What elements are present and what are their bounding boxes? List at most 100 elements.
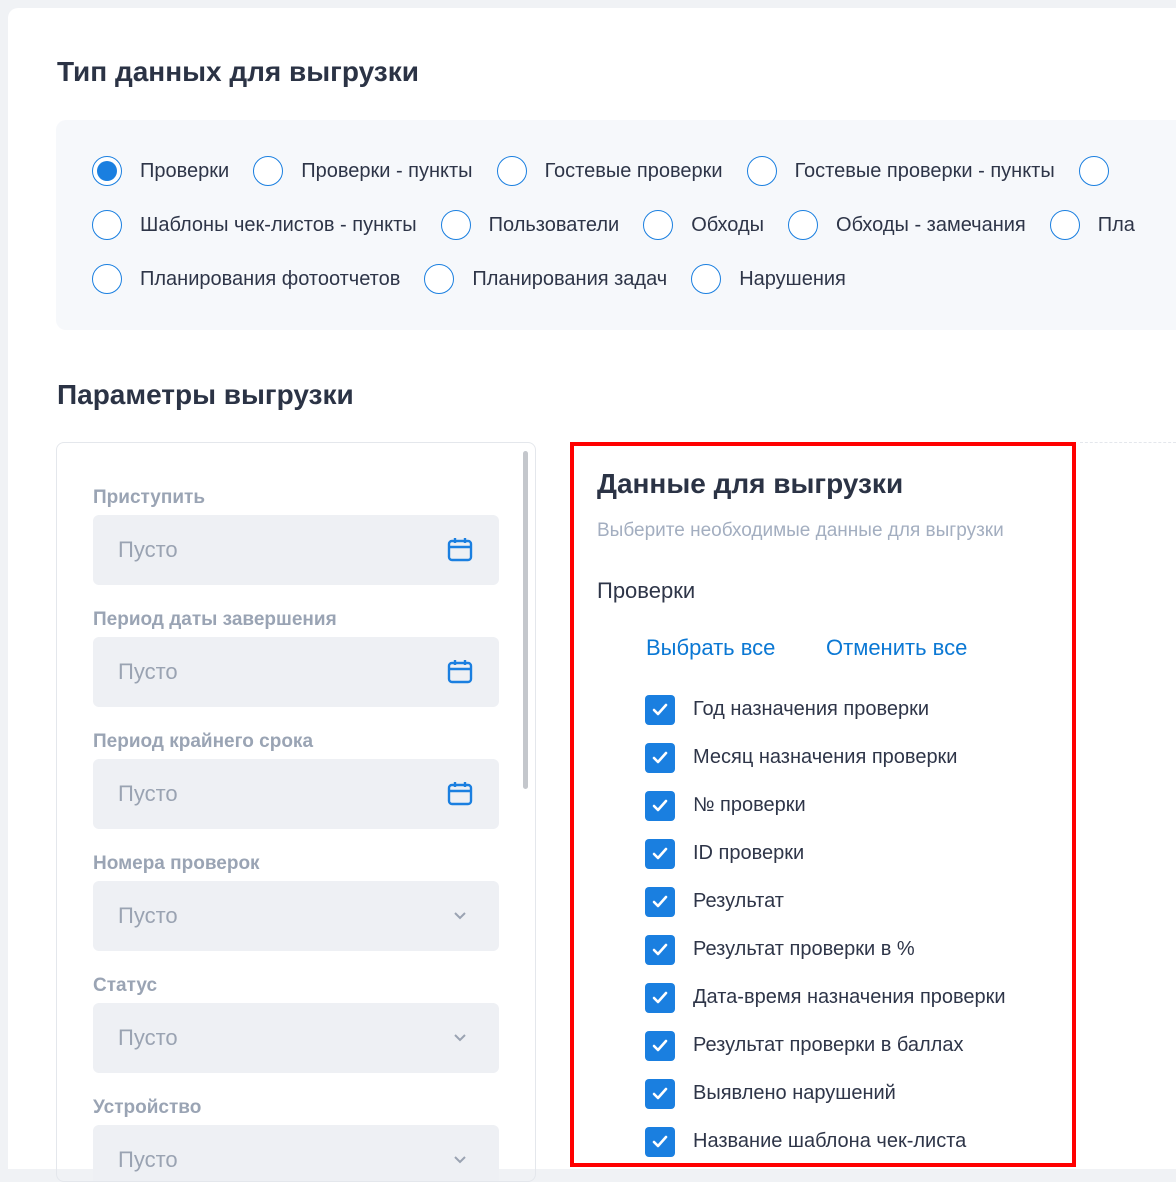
calendar-icon[interactable]: [447, 659, 473, 685]
select-all-link[interactable]: Выбрать все: [646, 635, 775, 661]
radio-label: Проверки: [140, 159, 230, 182]
params-title: Параметры выгрузки: [57, 379, 354, 410]
radio-option[interactable]: [1078, 156, 1127, 186]
radio-button[interactable]: [643, 210, 674, 240]
checkmark-icon: [652, 943, 668, 956]
radio-label: Проверки - пункты: [301, 159, 473, 182]
checkbox-label: ID проверки: [693, 842, 805, 864]
radio-button[interactable]: [92, 264, 122, 294]
radio-row: Планирования фотоотчетов Планирования зад…: [92, 263, 870, 295]
checkmark-icon: [652, 895, 668, 908]
checkbox[interactable]: [645, 1127, 675, 1157]
radio-button[interactable]: [496, 156, 527, 186]
checkbox[interactable]: [645, 743, 675, 773]
radio-label: Обходы: [691, 213, 765, 236]
radio-button[interactable]: [1049, 210, 1080, 240]
checkbox-label: Название шаблона чек-листа: [693, 1130, 967, 1152]
checkbox-label: Дата-время назначения проверки: [693, 986, 1006, 1008]
select-input[interactable]: Пусто: [93, 1003, 499, 1073]
filter-label: Номера проверок: [93, 853, 260, 874]
date-range-input[interactable]: Пусто: [93, 637, 499, 707]
data-type-title: Тип данных для выгрузки: [57, 56, 419, 87]
checkmark-icon: [652, 703, 668, 716]
radio-button[interactable]: [691, 264, 722, 294]
select-input[interactable]: Пусто: [93, 1125, 499, 1181]
filter-label: Период даты завершения: [93, 609, 337, 630]
radio-button[interactable]: [440, 210, 471, 240]
radio-option[interactable]: Гостевые проверки - пункты: [746, 156, 1055, 186]
group-title: Проверки: [597, 578, 696, 603]
radio-button[interactable]: [1078, 156, 1109, 186]
checkmark-icon: [652, 1135, 668, 1148]
radio-label: Планирования задач: [472, 267, 668, 290]
radio-option[interactable]: Гостевые проверки: [496, 156, 723, 186]
radio-button[interactable]: [92, 210, 122, 240]
radio-button[interactable]: [788, 210, 819, 240]
checkbox[interactable]: [645, 887, 675, 917]
radio-row: Шаблоны чек-листов - пункты Пользователи О…: [92, 209, 1159, 241]
radio-option[interactable]: Обходы - замечания: [788, 210, 1026, 240]
checkmark-icon: [652, 1039, 668, 1052]
checkbox[interactable]: [645, 983, 675, 1013]
chevron-down-icon[interactable]: [447, 1025, 473, 1051]
radio-row: Проверки Проверки - пункты Гостевые провер…: [92, 155, 1151, 187]
checkbox[interactable]: [645, 1031, 675, 1061]
radio-option[interactable]: Обходы: [643, 210, 764, 240]
filter-label: Устройство: [93, 1097, 202, 1118]
data-type-radio-group: Проверки Проверки - пункты Гостевые провер…: [56, 120, 1176, 330]
radio-label: Шаблоны чек-листов - пункты: [140, 213, 417, 236]
calendar-icon[interactable]: [447, 537, 473, 563]
radio-label: Пла: [1097, 213, 1135, 236]
checkmark-icon: [652, 991, 668, 1004]
select-input[interactable]: Пусто: [93, 881, 499, 951]
radio-option[interactable]: Проверки: [92, 156, 229, 186]
checkmark-icon: [652, 1087, 668, 1100]
radio-option[interactable]: Проверки - пункты: [253, 156, 473, 186]
checkbox-label: Месяц назначения проверки: [693, 746, 958, 768]
radio-option[interactable]: Пользователи: [440, 210, 620, 240]
checkbox[interactable]: [645, 839, 675, 869]
radio-option[interactable]: Шаблоны чек-листов - пункты: [92, 210, 417, 240]
checkbox[interactable]: [645, 1079, 675, 1109]
date-range-input[interactable]: Пусто: [93, 515, 499, 585]
radio-label: Обходы - замечания: [836, 213, 1026, 236]
radio-option[interactable]: Пла: [1049, 210, 1135, 240]
radio-button[interactable]: [424, 264, 455, 294]
checkmark-icon: [652, 799, 668, 812]
filter-label: Приступить: [93, 487, 205, 508]
deselect-all-link[interactable]: Отменить все: [826, 635, 967, 661]
filter-label: Период крайнего срока: [93, 731, 314, 752]
filter-label: Статус: [93, 975, 158, 996]
radio-label: Пользователи: [488, 213, 620, 236]
radio-label: Гостевые проверки: [544, 159, 723, 182]
input-placeholder: Пусто: [118, 537, 178, 562]
checkmark-icon: [652, 847, 668, 860]
chevron-down-icon[interactable]: [447, 1147, 473, 1173]
checkbox-label: Результат: [693, 890, 784, 912]
scrollbar[interactable]: [523, 451, 528, 789]
export-data-title: Данные для выгрузки: [597, 468, 904, 499]
input-placeholder: Пусто: [118, 781, 178, 806]
checkmark-icon: [652, 751, 668, 764]
checkbox[interactable]: [645, 935, 675, 965]
radio-option[interactable]: Планирования задач: [424, 264, 667, 294]
export-data-panel: Данные для выгрузки Выберите необходимые…: [570, 442, 1076, 1167]
radio-option[interactable]: Нарушения: [691, 264, 846, 294]
radio-label: Планирования фотоотчетов: [140, 267, 401, 290]
radio-button[interactable]: [92, 156, 122, 186]
radio-option[interactable]: Планирования фотоотчетов: [92, 264, 400, 294]
radio-label: Гостевые проверки - пункты: [794, 159, 1055, 182]
input-placeholder: Пусто: [118, 1025, 178, 1050]
date-range-input[interactable]: Пусто: [93, 759, 499, 829]
checkbox[interactable]: [645, 791, 675, 821]
checkbox-label: Год назначения проверки: [693, 698, 930, 720]
input-placeholder: Пусто: [118, 903, 178, 928]
calendar-icon[interactable]: [447, 781, 473, 807]
filters-panel: Приступить Пусто Период даты завершения Пус…: [56, 442, 536, 1182]
radio-button[interactable]: [746, 156, 777, 186]
radio-button[interactable]: [253, 156, 284, 186]
checkbox[interactable]: [645, 695, 675, 725]
chevron-down-icon[interactable]: [447, 903, 473, 929]
checkbox-label: Выявлено нарушений: [693, 1082, 896, 1104]
input-placeholder: Пусто: [118, 659, 178, 684]
